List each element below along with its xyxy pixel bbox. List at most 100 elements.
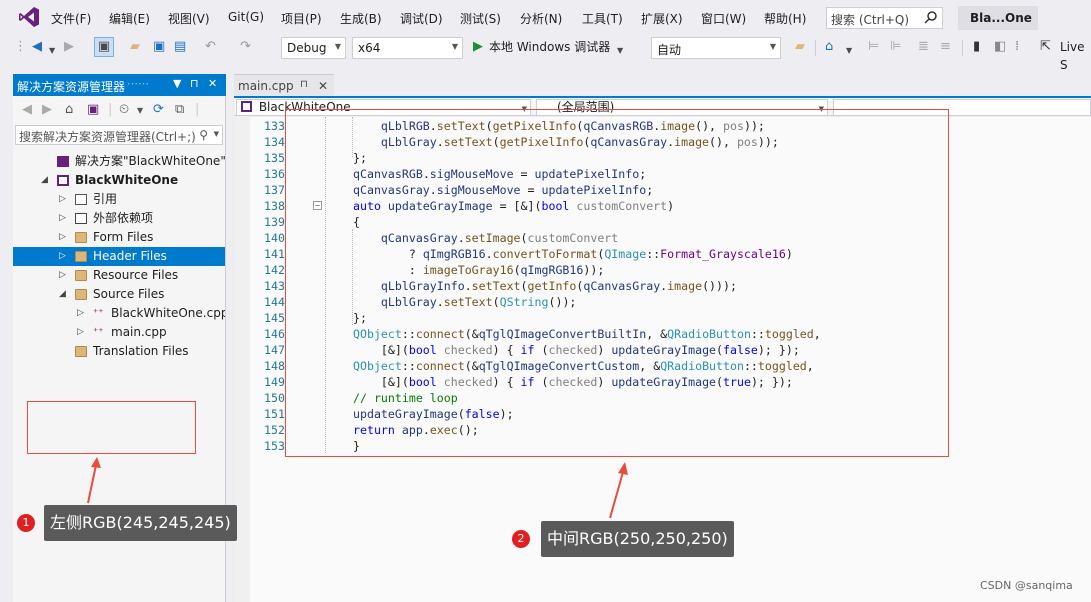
- menu-debug[interactable]: 调试(D): [400, 10, 443, 27]
- chevron-down-icon: ▼: [213, 130, 219, 138]
- collapsed-arrow-icon[interactable]: ▷: [59, 209, 66, 228]
- debug-target-dropdown[interactable]: 自动 ▼: [651, 37, 781, 59]
- solution-explorer-title-bar[interactable]: 解决方案资源管理器 ⋯⋯ ▼ ⊓ ✕: [13, 74, 226, 96]
- uncomment-icon[interactable]: ⊫: [890, 38, 901, 56]
- bookmark-icon[interactable]: ▮: [973, 38, 980, 56]
- visual-studio-window: 文件(F) 编辑(E) 视图(V) Git(G) 项目(P) 生成(B) 调试(…: [0, 0, 1091, 602]
- forward-icon[interactable]: ▶: [42, 102, 52, 117]
- menu-view[interactable]: 视图(V): [168, 10, 210, 27]
- live-share-button[interactable]: Live S: [1060, 38, 1091, 74]
- search-input[interactable]: 搜索 (Ctrl+Q): [826, 7, 943, 29]
- dropdown-arrow-icon[interactable]: ▼: [137, 106, 143, 115]
- collapsed-arrow-icon[interactable]: ▷: [59, 190, 66, 209]
- expanded-arrow-icon[interactable]: ◢: [41, 171, 48, 190]
- undo-icon[interactable]: ↶: [205, 38, 216, 56]
- redo-icon[interactable]: ↷: [240, 38, 251, 56]
- tree-item-label: Source Files: [93, 287, 165, 301]
- line-number: 139: [264, 215, 285, 229]
- tree-item-label: BlackWhiteOne: [75, 173, 179, 187]
- line-number: 150: [264, 391, 285, 405]
- tree-item-label: Translation Files: [93, 344, 189, 358]
- back-icon[interactable]: ◀: [32, 38, 42, 56]
- left-dock-strip: [0, 62, 13, 602]
- browser-link-icon[interactable]: ⌂: [825, 38, 833, 56]
- proj-icon: [57, 175, 69, 186]
- visual-studio-logo-icon[interactable]: [18, 6, 40, 28]
- menu-build[interactable]: 生成(B): [340, 10, 382, 27]
- search-icon: ⚲: [199, 128, 208, 142]
- tree-item[interactable]: ◢ BlackWhiteOne: [13, 171, 225, 190]
- save-icon[interactable]: ▣: [153, 38, 165, 56]
- close-tab-icon[interactable]: ✕: [318, 79, 328, 93]
- collapsed-arrow-icon[interactable]: ▷: [59, 266, 66, 285]
- menu-extensions[interactable]: 扩展(X): [641, 10, 683, 27]
- menu-bar: 文件(F) 编辑(E) 视图(V) Git(G) 项目(P) 生成(B) 调试(…: [0, 0, 1091, 34]
- outdent-icon[interactable]: ≡: [940, 38, 951, 56]
- tree-item[interactable]: ▷ 引用: [13, 190, 225, 209]
- tree-item[interactable]: ▷ Header Files: [13, 247, 225, 266]
- forward-icon[interactable]: ▶: [64, 38, 74, 56]
- menu-help[interactable]: 帮助(H): [764, 10, 806, 27]
- sln-icon: [57, 156, 69, 167]
- tree-item[interactable]: ▷ ⁺⁺ main.cpp: [13, 323, 225, 342]
- collapse-all-icon[interactable]: ⧉: [175, 102, 184, 117]
- indent-icon[interactable]: ≣: [918, 38, 929, 56]
- collapsed-arrow-icon[interactable]: ▷: [59, 247, 66, 266]
- menu-tools[interactable]: 工具(T): [582, 10, 623, 27]
- collapsed-arrow-icon[interactable]: ▷: [59, 228, 66, 247]
- toolbar-grip-icon: ⋮: [14, 39, 27, 54]
- sync-icon[interactable]: ⟳: [153, 102, 164, 117]
- solution-explorer-toolbar-icon[interactable]: ▰: [795, 38, 805, 56]
- pending-changes-filter-icon[interactable]: ⏲: [119, 102, 129, 117]
- tree-item[interactable]: ▷ 外部依赖项: [13, 209, 225, 228]
- watermark: CSDN @sanqima: [980, 579, 1073, 592]
- dropdown-arrow-icon[interactable]: ▼: [49, 42, 55, 60]
- close-icon[interactable]: ✕: [208, 77, 217, 90]
- window-position-icon[interactable]: ▼: [173, 77, 181, 90]
- solution-explorer-search-input[interactable]: 搜索解决方案资源管理器(Ctrl+;) ⚲ ▼: [15, 125, 223, 145]
- save-all-icon[interactable]: ▤: [174, 38, 186, 56]
- project-icon: [241, 101, 252, 112]
- annotation-number-2: 2: [512, 530, 530, 548]
- collapsed-arrow-icon[interactable]: ▷: [77, 323, 84, 342]
- tree-item[interactable]: ▷ ⁺⁺ BlackWhiteOne.cpp: [13, 304, 225, 323]
- tree-item-label: Resource Files: [93, 268, 179, 282]
- pin-icon[interactable]: ⊓: [300, 79, 308, 90]
- menu-git[interactable]: Git(G): [228, 10, 264, 24]
- expanded-arrow-icon[interactable]: ◢: [59, 285, 66, 304]
- tree-item[interactable]: ◢ Source Files: [13, 285, 225, 304]
- menu-edit[interactable]: 编辑(E): [109, 10, 150, 27]
- line-number: 138: [264, 199, 285, 213]
- solution-configurations-dropdown[interactable]: Debug ▼: [281, 37, 346, 59]
- menu-window[interactable]: 窗口(W): [701, 10, 746, 27]
- open-file-icon[interactable]: ▰: [130, 38, 140, 56]
- tree-item[interactable]: Translation Files: [13, 342, 225, 361]
- menu-project[interactable]: 项目(P): [281, 10, 322, 27]
- tree-item[interactable]: ▷ Resource Files: [13, 266, 225, 285]
- back-icon[interactable]: ◀: [22, 102, 32, 117]
- dropdown-arrow-icon[interactable]: ▼: [617, 42, 623, 60]
- dropdown-arrow-icon[interactable]: ▼: [846, 42, 852, 60]
- menu-analyze[interactable]: 分析(N): [520, 10, 562, 27]
- start-debugging-icon[interactable]: ▶: [473, 38, 483, 56]
- solution-name-badge[interactable]: Bla...One: [958, 6, 1038, 30]
- comment-icon[interactable]: ⊨: [868, 38, 879, 56]
- debug-target-value: 自动: [657, 43, 682, 57]
- line-number: 145: [264, 311, 285, 325]
- toolbar-overflow-icon[interactable]: ⁞: [1015, 38, 1019, 56]
- live-share-icon[interactable]: ⇱: [1040, 38, 1051, 56]
- solution-platforms-dropdown[interactable]: x64 ▼: [352, 37, 463, 59]
- start-debugging-button[interactable]: 本地 Windows 调试器: [489, 38, 610, 56]
- tree-item[interactable]: ▷ Form Files: [13, 228, 225, 247]
- pin-icon[interactable]: ⊓: [190, 77, 199, 90]
- tree-item[interactable]: 解决方案"BlackWhiteOne"(1 个项: [13, 152, 225, 171]
- tree-item-label: main.cpp: [111, 325, 167, 339]
- tab-main-cpp[interactable]: main.cpp ⊓ ✕: [234, 74, 334, 96]
- previous-bookmark-icon[interactable]: ◧: [994, 38, 1006, 56]
- new-project-icon[interactable]: ▣: [94, 37, 114, 57]
- menu-file[interactable]: 文件(F): [51, 10, 91, 27]
- collapsed-arrow-icon[interactable]: ▷: [77, 304, 84, 323]
- switch-views-icon[interactable]: ▣: [87, 102, 99, 117]
- home-icon[interactable]: ⌂: [65, 102, 73, 117]
- menu-test[interactable]: 测试(S): [460, 10, 501, 27]
